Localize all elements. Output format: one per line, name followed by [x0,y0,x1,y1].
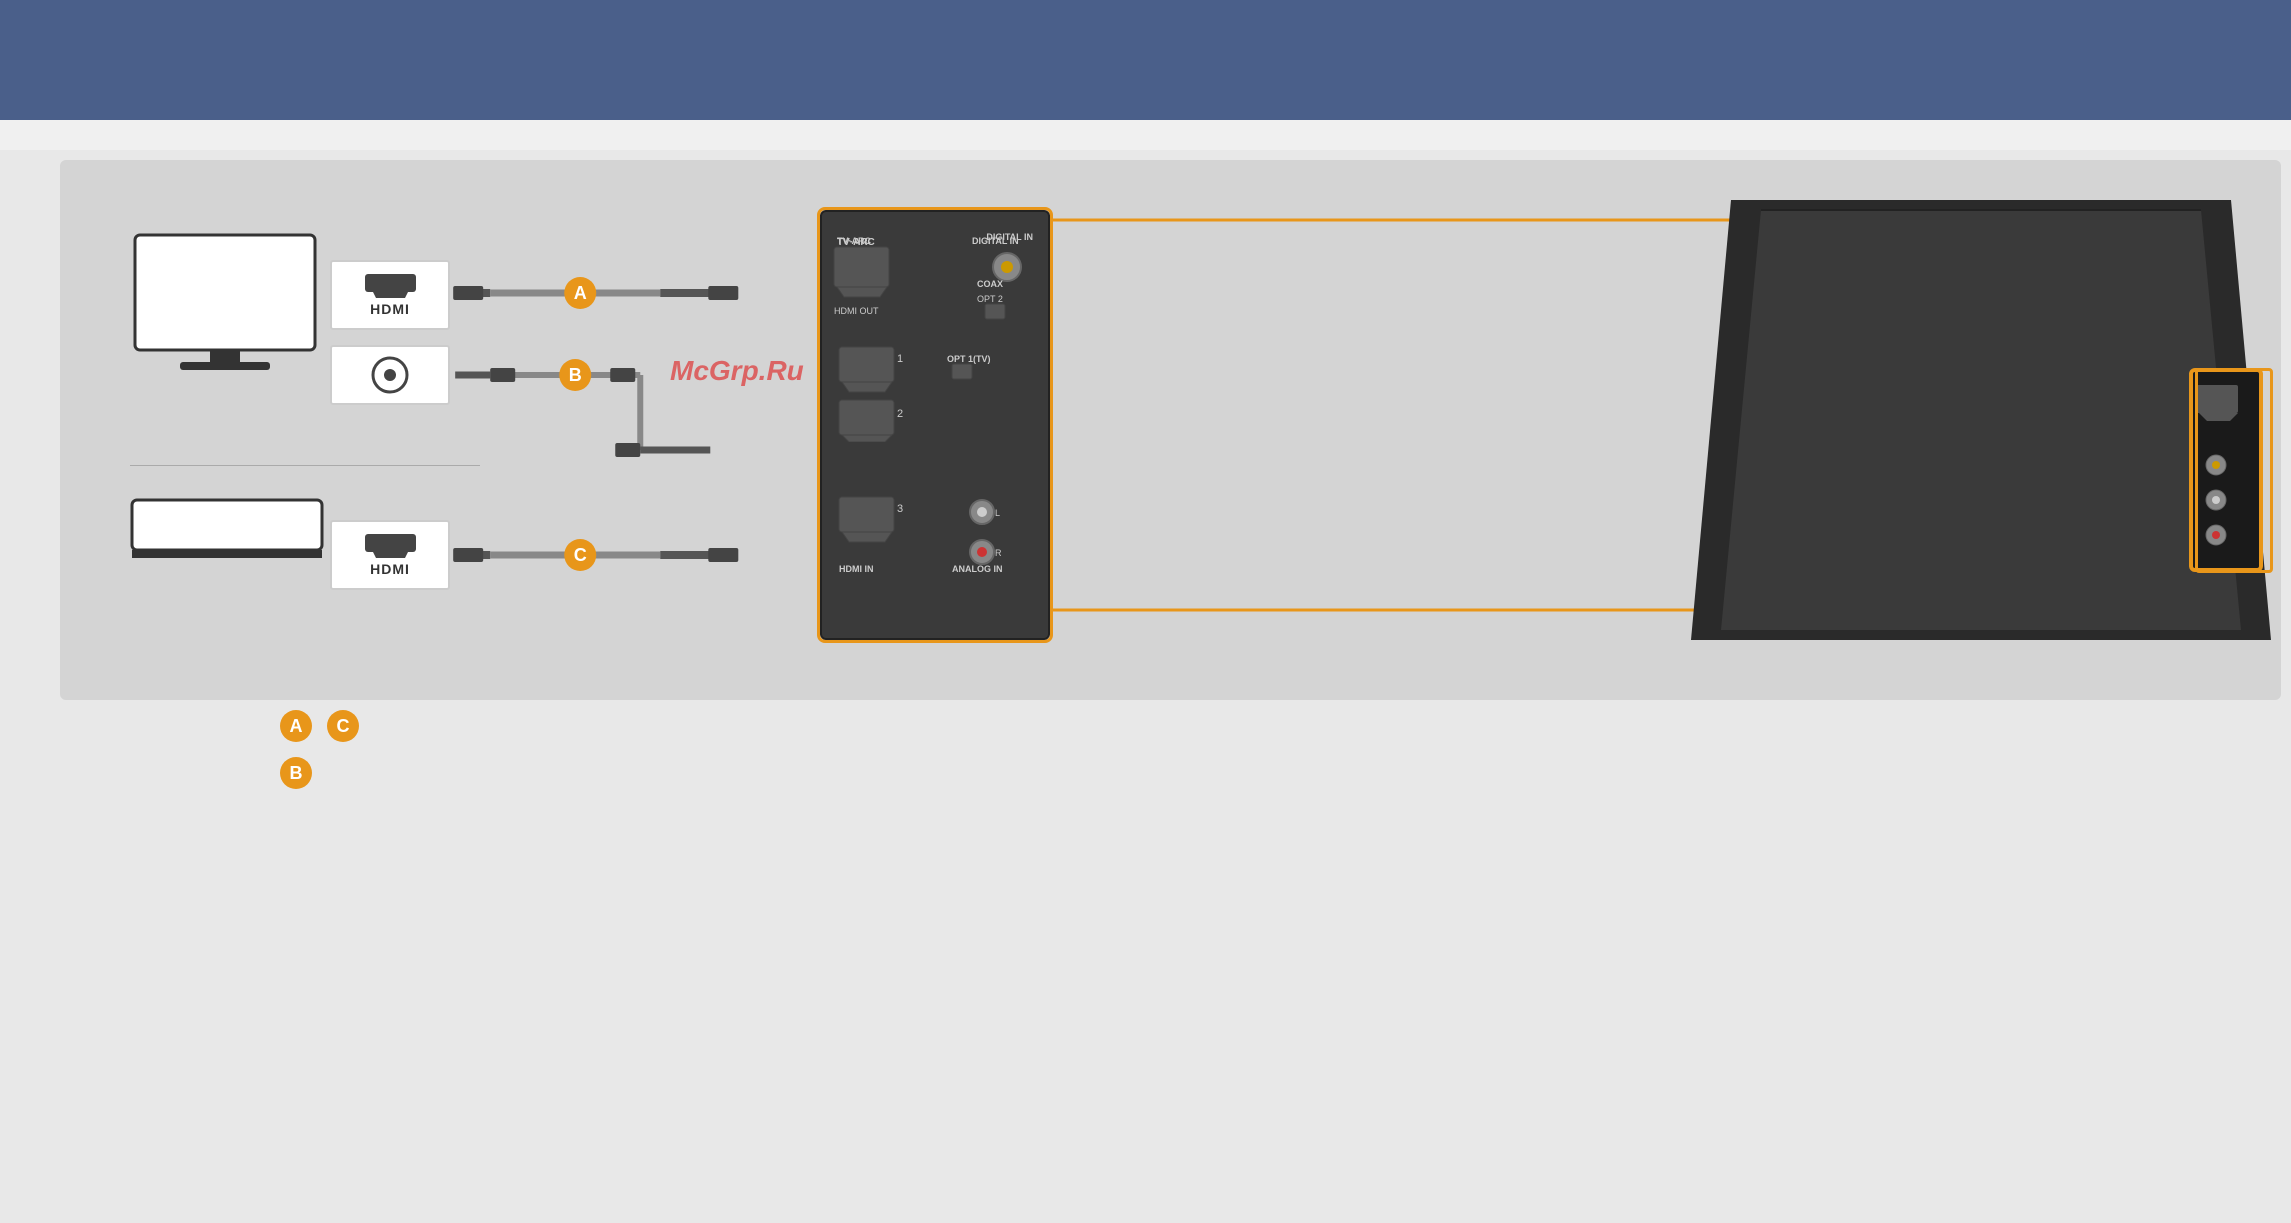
tv-hdmi-port-box: HDMI [330,260,450,330]
legend-badge-b: B [280,757,312,789]
svg-text:ANALOG IN: ANALOG IN [952,564,1003,574]
dvd-hdmi-port-box: HDMI [330,520,450,590]
svg-text:HDMI OUT: HDMI OUT [834,306,879,316]
svg-text:TV·ARC: TV·ARC [837,236,871,246]
divider-strip [0,120,2291,150]
dvd-illustration [130,490,325,560]
svg-text:COAX: COAX [977,279,1003,289]
right-panel-orange-border [2195,368,2273,573]
soundbar-device-right [1681,180,2281,660]
hdmi-connector-symbol [363,274,418,299]
panel-ports-bottom: 3 L R HDMI IN ANALOG IN [837,492,1037,622]
optical-connector-symbol [370,355,410,395]
diagram-background: A B C [60,160,2281,700]
device-divider-line [130,465,480,466]
watermark: McGrp.Ru [670,355,804,387]
panel-middle-section: 1 OPT 1(TV) 2 [837,342,1033,447]
dvd-hdmi-connector-symbol [363,534,418,559]
svg-text:1: 1 [897,353,903,365]
tv-illustration [130,230,320,390]
svg-text:DIGITAL IN: DIGITAL IN [972,236,1019,246]
svg-text:3: 3 [897,503,903,515]
main-content: A B C [0,150,2291,1223]
top-banner [0,0,2291,120]
tv-device [130,230,320,395]
svg-text:HDMI IN: HDMI IN [839,564,874,574]
legend-section: A C B [280,710,359,804]
svg-text:OPT 1(TV): OPT 1(TV) [947,354,991,364]
svg-text:L: L [995,508,1000,518]
panel-bottom-section: 3 L R HDMI IN ANALOG IN [837,492,1033,627]
panel-ports-top: DIGITAL IN COAX OPT 2 TV·ARC [832,232,1032,322]
svg-text:C: C [574,545,587,565]
tv-hdmi-label: HDMI [370,301,410,317]
legend-badge-c: C [327,710,359,742]
svg-text:OPT 2: OPT 2 [977,294,1003,304]
tv-optical-port-box [330,345,450,405]
legend-row-1: A C [280,710,359,742]
svg-text:B: B [569,365,582,385]
dvd-device [130,490,325,565]
soundbar-illustration [1681,180,2281,660]
legend-row-2: B [280,757,359,789]
dvd-hdmi-label: HDMI [370,561,410,577]
connection-panel: TV·ARC DIGITAL IN DIGITAL IN COAX OPT 2 [820,210,1050,640]
svg-text:A: A [574,283,587,303]
svg-text:R: R [995,548,1002,558]
svg-text:2: 2 [897,408,903,420]
panel-ports-middle: 1 OPT 1(TV) 2 [837,342,1037,442]
legend-badge-a: A [280,710,312,742]
